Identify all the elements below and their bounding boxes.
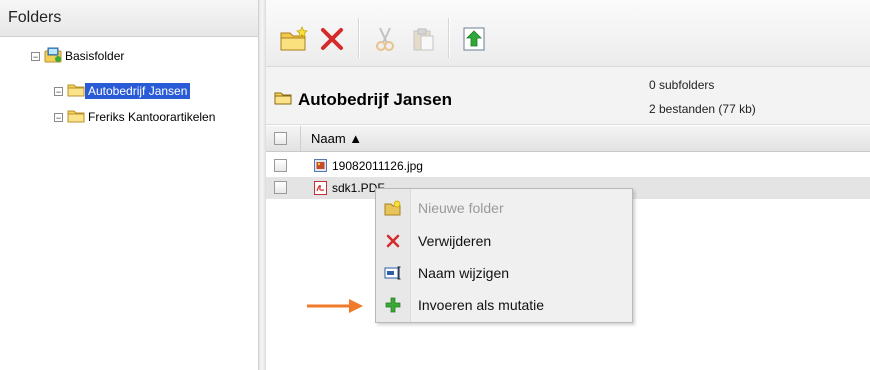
- file-row[interactable]: 19082011126.jpg: [266, 155, 870, 177]
- column-header-naam[interactable]: Naam ▲: [311, 131, 362, 146]
- tree-item-autobedrijf-jansen[interactable]: − Autobedrijf Jansen: [54, 82, 191, 100]
- folders-panel: Folders − Basisfolder − Autobedrijf Jans…: [0, 0, 258, 370]
- context-menu: Nieuwe folder Verwijderen Naam wijzigen …: [375, 188, 633, 323]
- file-count-size: 2 bestanden (77 kb): [649, 102, 756, 116]
- folders-panel-header: Folders: [0, 0, 258, 37]
- subfolder-count: 0 subfolders: [649, 78, 715, 92]
- collapse-toggle-icon[interactable]: −: [31, 51, 40, 61]
- column-divider: [300, 126, 301, 151]
- folders-panel-title: Folders: [8, 9, 62, 26]
- menu-item-label: Verwijderen: [418, 232, 492, 249]
- folder-icon: [67, 83, 85, 100]
- row-checkbox[interactable]: [274, 159, 287, 172]
- image-file-icon: [314, 159, 327, 175]
- menu-item-nieuwe-folder[interactable]: Nieuwe folder: [376, 192, 632, 223]
- tree-item-basisfolder[interactable]: − Basisfolder: [31, 47, 127, 65]
- column-header-row: Naam ▲: [266, 126, 870, 152]
- cut-icon: [372, 26, 398, 55]
- folder-title: Autobedrijf Jansen: [274, 90, 452, 110]
- menu-item-invoeren-als-mutatie[interactable]: Invoeren als mutatie: [376, 289, 632, 320]
- toolbar: [266, 0, 870, 67]
- file-name[interactable]: 19082011126.jpg: [332, 159, 423, 173]
- new-folder-button[interactable]: [276, 22, 312, 58]
- folder-header: Autobedrijf Jansen 0 subfolders 2 bestan…: [266, 67, 870, 125]
- cut-button[interactable]: [367, 22, 403, 58]
- network-folder-icon: [44, 47, 62, 66]
- folder-icon: [67, 109, 85, 126]
- menu-item-naam-wijzigen[interactable]: Naam wijzigen: [376, 257, 632, 288]
- folder-title-text: Autobedrijf Jansen: [298, 90, 452, 109]
- tree-item-label: Freriks Kantoorartikelen: [88, 110, 216, 124]
- tree-item-label: Basisfolder: [65, 49, 125, 63]
- delete-icon: [319, 26, 345, 55]
- pdf-file-icon: [314, 181, 327, 198]
- menu-item-label: Naam wijzigen: [418, 264, 510, 281]
- menu-item-label: Nieuwe folder: [418, 199, 504, 216]
- paste-button[interactable]: [405, 22, 441, 58]
- add-icon: [376, 297, 410, 313]
- rename-icon: [376, 265, 410, 281]
- collapse-toggle-icon[interactable]: −: [54, 112, 63, 122]
- delete-icon: [376, 233, 410, 249]
- collapse-toggle-icon[interactable]: −: [54, 86, 63, 96]
- menu-item-label: Invoeren als mutatie: [418, 296, 545, 313]
- menu-item-verwijderen[interactable]: Verwijderen: [376, 225, 632, 256]
- new-folder-icon: [376, 200, 410, 216]
- toolbar-separator: [448, 18, 450, 58]
- toolbar-separator: [358, 18, 360, 58]
- tree-item-label: Autobedrijf Jansen: [85, 83, 191, 99]
- upload-button[interactable]: [456, 22, 492, 58]
- delete-button[interactable]: [314, 22, 350, 58]
- upload-icon: [462, 26, 486, 55]
- new-folder-icon: [279, 25, 309, 55]
- annotation-arrow-icon: [305, 297, 367, 318]
- select-all-checkbox[interactable]: [274, 132, 287, 145]
- paste-icon: [410, 26, 436, 55]
- tree-item-freriks-kantoorartikelen[interactable]: − Freriks Kantoorartikelen: [54, 108, 218, 126]
- folder-icon: [274, 90, 292, 110]
- row-checkbox[interactable]: [274, 181, 287, 194]
